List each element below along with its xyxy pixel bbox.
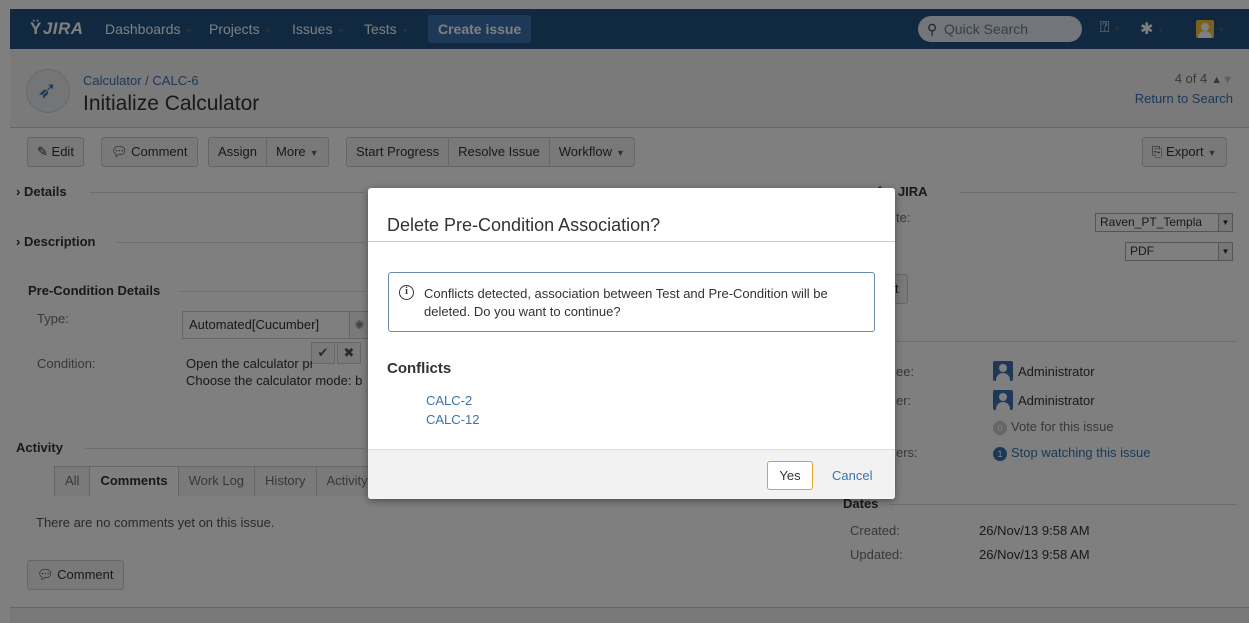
yes-button[interactable]: Yes — [767, 461, 813, 490]
conflicts-heading: Conflicts — [387, 360, 452, 377]
cancel-link[interactable]: Cancel — [832, 468, 872, 483]
info-message-text: Conflicts detected, association between … — [424, 286, 828, 319]
conflict-link[interactable]: CALC-12 — [426, 412, 479, 427]
conflict-link[interactable]: CALC-2 — [426, 393, 472, 408]
dialog-title: Delete Pre-Condition Association? — [387, 215, 661, 235]
dialog-footer: Yes Cancel — [368, 449, 895, 499]
info-message: i Conflicts detected, association betwee… — [388, 272, 875, 332]
info-icon: i — [399, 285, 414, 300]
delete-association-dialog: Delete Pre-Condition Association? i Conf… — [368, 188, 895, 499]
dialog-header: Delete Pre-Condition Association? — [368, 188, 895, 242]
